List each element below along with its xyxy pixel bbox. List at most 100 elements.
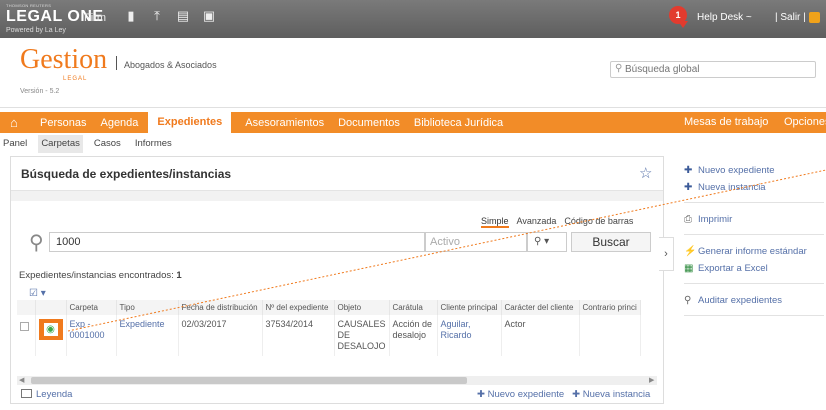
col-tipo[interactable]: Tipo — [116, 300, 179, 315]
tab-avanzada[interactable]: Avanzada — [517, 216, 557, 228]
cell-numero: 37534/2014 — [262, 315, 335, 356]
side-label: Imprimir — [698, 214, 733, 225]
col-numero[interactable]: Nº del expediente — [262, 300, 335, 315]
cell-tipo[interactable]: Expediente — [116, 315, 179, 356]
col-cliente[interactable]: Cliente principal — [437, 300, 502, 315]
magnifier-icon: ⚲ — [684, 295, 692, 306]
lightning-icon: ⚡ — [684, 246, 697, 257]
search-button[interactable]: Buscar — [571, 232, 651, 252]
table-row[interactable]: ◉ Exp - 0001000 Expediente 02/03/2017 37… — [17, 315, 641, 356]
search-panel: Búsqueda de expedientes/instancias ☆ Sim… — [10, 156, 664, 404]
select-all-dropdown[interactable]: ☑ ▾ — [29, 288, 46, 299]
status-field[interactable]: Activo — [425, 232, 527, 252]
side-group-new: ✚ Nuevo expediente ✚ Nueva instancia — [684, 160, 824, 203]
actions-sidebar: ✚ Nuevo expediente ✚ Nueva instancia ⎙ Impr… — [684, 160, 824, 322]
legend-link[interactable]: Leyenda — [21, 389, 72, 400]
results-count: Expedientes/instancias encontrados: 1 — [19, 270, 182, 281]
app-logo-sub: LEGAL — [63, 76, 88, 82]
col-caracter[interactable]: Carácter del cliente — [501, 300, 580, 315]
notification-tail — [678, 21, 688, 28]
scroll-left-icon[interactable]: ◀ — [19, 376, 24, 384]
col-carpeta[interactable]: Carpeta — [66, 300, 117, 315]
subnav-informes[interactable]: Informes — [132, 135, 175, 153]
side-nueva-instancia[interactable]: ✚ Nueva instancia — [684, 179, 824, 196]
search-input[interactable] — [49, 232, 425, 252]
horizontal-scrollbar[interactable]: ◀ ▶ — [17, 376, 657, 385]
home-icon[interactable]: ⌂ — [10, 115, 26, 130]
nav-biblioteca[interactable]: Biblioteca Jurídica — [414, 117, 503, 129]
search-options-dropdown[interactable]: ⚲ ▾ — [527, 232, 567, 252]
bottom-new-instancia[interactable]: Nueva instancia — [583, 389, 651, 400]
view-eye-icon[interactable]: ◉ — [38, 319, 63, 340]
scroll-right-icon[interactable]: ▶ — [649, 376, 654, 384]
subnav-casos[interactable]: Casos — [91, 135, 124, 153]
document-icon[interactable]: ▤ — [176, 9, 190, 23]
col-objeto[interactable]: Objeto — [334, 300, 390, 315]
cell-fecha: 02/03/2017 — [178, 315, 263, 356]
logout-link[interactable]: | Salir | — [775, 12, 806, 23]
magnifier-icon: ⚲ — [29, 232, 44, 254]
results-table: Carpeta Tipo Fecha de distribución Nº de… — [17, 300, 657, 376]
row-checkbox[interactable] — [20, 322, 29, 331]
subnav-carpetas[interactable]: Carpetas — [38, 135, 83, 153]
app-logo: Gestion — [20, 44, 108, 75]
results-label: Expedientes/instancias encontrados: — [19, 270, 174, 281]
global-search[interactable]: ⚲ — [610, 61, 816, 78]
nav-agenda[interactable]: Agenda — [100, 117, 138, 129]
side-exportar-excel[interactable]: ▦ Exportar a Excel — [684, 260, 824, 277]
tab-simple[interactable]: Simple — [481, 216, 509, 228]
row-view-cell: ◉ — [35, 315, 67, 356]
panel-title: Búsqueda de expedientes/instancias — [21, 167, 232, 181]
row-checkbox-cell — [17, 315, 36, 356]
cell-carpeta[interactable]: Exp - 0001000 — [66, 315, 117, 356]
legend-icon — [21, 389, 32, 398]
top-icons: ▮ ⤒ ▤ ▣ — [124, 9, 216, 23]
col-contrario[interactable]: Contrario princi — [579, 300, 641, 315]
search-mode-tabs: Simple Avanzada Código de barras — [481, 216, 633, 228]
app-version: Versión - 5.2 — [20, 88, 60, 95]
plus-icon: ✚ — [684, 165, 693, 176]
col-check — [17, 300, 36, 315]
tab-codigo-barras[interactable]: Código de barras — [564, 216, 633, 228]
image-icon[interactable]: ▣ — [202, 9, 216, 23]
side-imprimir[interactable]: ⎙ Imprimir — [684, 211, 824, 228]
firm-name: Abogados & Asociados — [124, 60, 217, 70]
side-label: Exportar a Excel — [698, 263, 768, 274]
excel-icon: ▦ — [684, 263, 694, 274]
side-nuevo-expediente[interactable]: ✚ Nuevo expediente — [684, 162, 824, 179]
nav-personas[interactable]: Personas — [40, 117, 86, 129]
search-icon: ⚲ — [615, 63, 623, 74]
main-nav: ⌂ Personas Agenda Expedientes Asesoramie… — [0, 112, 826, 133]
cell-objeto: CAUSALES DE DESALOJO — [334, 315, 390, 356]
scroll-thumb[interactable] — [31, 377, 467, 384]
cell-cliente[interactable]: Aguilar, Ricardo — [437, 315, 502, 356]
side-group-audit: ⚲ Auditar expedientes — [684, 290, 824, 316]
help-desk-menu[interactable]: Help Desk ~ — [697, 12, 752, 23]
cell-contrario — [579, 315, 641, 356]
legend-label: Leyenda — [36, 389, 73, 400]
nav-asesoramientos[interactable]: Asesoramientos — [245, 117, 324, 129]
subnav-panel[interactable]: Panel — [0, 135, 30, 153]
global-search-input[interactable] — [625, 63, 811, 76]
side-generar-informe[interactable]: ⚡ Generar informe estándar — [684, 243, 824, 260]
cell-caratula: Acción de desalojo — [389, 315, 438, 356]
side-auditar[interactable]: ⚲ Auditar expedientes — [684, 292, 824, 309]
favorite-star-icon[interactable]: ☆ — [639, 164, 652, 182]
nav-documentos[interactable]: Documentos — [338, 117, 400, 129]
nav-expedientes[interactable]: Expedientes — [148, 112, 232, 133]
bottom-new-expediente[interactable]: Nuevo expediente — [488, 389, 565, 400]
col-fecha[interactable]: Fecha de distribución — [178, 300, 263, 315]
side-label: Auditar expedientes — [698, 295, 782, 306]
panel-divider — [11, 190, 663, 201]
nav-mesas-de-trabajo[interactable]: Mesas de trabajo — [684, 116, 768, 128]
nav-opciones[interactable]: Opciones — [784, 116, 826, 128]
plus-icon: ✚ — [572, 389, 581, 400]
cell-caracter: Actor — [501, 315, 580, 356]
books-icon[interactable]: ▮ — [124, 9, 138, 23]
chart-icon[interactable]: ⤒ — [150, 9, 164, 23]
orange-box-icon[interactable] — [809, 12, 820, 23]
side-group-reports: ⚡ Generar informe estándar ▦ Exportar a Ex… — [684, 241, 824, 284]
collapse-sidebar-button[interactable]: › — [659, 237, 674, 271]
col-caratula[interactable]: Carátula — [389, 300, 438, 315]
table-header: Carpeta Tipo Fecha de distribución Nº de… — [17, 300, 641, 315]
